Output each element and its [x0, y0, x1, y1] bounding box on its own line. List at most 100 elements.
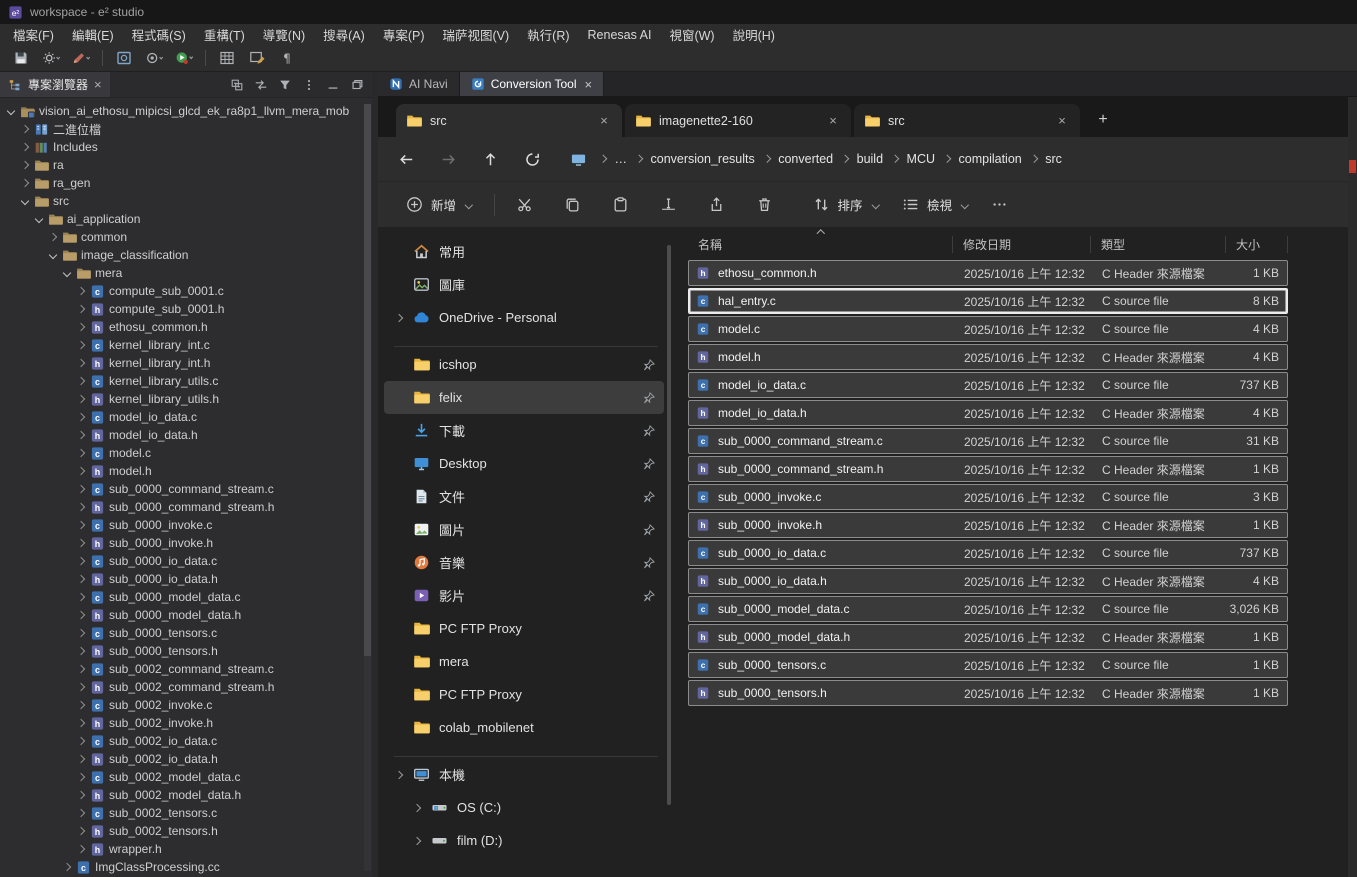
expand-chevron-icon[interactable] [76, 594, 86, 600]
sidebar-item[interactable]: icshop [384, 348, 664, 381]
tree-item[interactable]: c ImgClassProcessing.cc [0, 858, 372, 876]
back-icon[interactable] [392, 145, 420, 173]
tree-item[interactable]: c kernel_library_utils.c [0, 372, 372, 390]
expand-chevron-icon[interactable] [62, 270, 72, 276]
tree-item[interactable]: h kernel_library_utils.h [0, 390, 372, 408]
overview-ruler[interactable] [1348, 97, 1357, 877]
expand-chevron-icon[interactable] [6, 108, 16, 114]
sidebar-item[interactable]: 圖片 [384, 513, 664, 546]
expand-chevron-icon[interactable] [76, 738, 86, 744]
restore-icon[interactable] [347, 75, 366, 94]
sidebar-item[interactable]: colab_mobilenet [384, 711, 664, 744]
sidebar-item[interactable]: film (D:) [384, 824, 664, 857]
sidebar-item[interactable] [394, 745, 658, 757]
file-row[interactable]: h ethosu_common.h 2025/10/16 上午 12:32 C … [688, 260, 1288, 286]
expand-chevron-icon[interactable] [20, 180, 30, 186]
tree-item[interactable]: h wrapper.h [0, 840, 372, 858]
project-explorer-tab[interactable]: 專案瀏覽器 [0, 72, 110, 97]
chevron-right-icon[interactable] [394, 315, 404, 321]
tree-item[interactable]: src [0, 192, 372, 210]
file-row[interactable]: c sub_0000_io_data.c 2025/10/16 上午 12:32… [688, 540, 1288, 566]
sidebar-item[interactable]: 影片 [384, 579, 664, 612]
expand-chevron-icon[interactable] [76, 792, 86, 798]
tree-item[interactable]: h sub_0002_io_data.h [0, 750, 372, 768]
save-icon[interactable] [8, 47, 34, 69]
expand-chevron-icon[interactable] [76, 540, 86, 546]
view-menu-icon[interactable] [299, 75, 318, 94]
debug-dropdown-icon[interactable] [141, 47, 167, 69]
menu-item[interactable]: 檔案(F) [4, 23, 63, 46]
delete-icon[interactable] [747, 188, 783, 222]
expand-chevron-icon[interactable] [76, 504, 86, 510]
tree-item[interactable]: Includes [0, 138, 372, 156]
expand-chevron-icon[interactable] [76, 756, 86, 762]
more-options-icon[interactable] [982, 188, 1018, 222]
tab-close-icon[interactable] [825, 113, 841, 128]
scrollbar-thumb[interactable] [364, 104, 371, 656]
expand-chevron-icon[interactable] [76, 360, 86, 366]
expand-chevron-icon[interactable] [62, 864, 72, 870]
breadcrumb-item[interactable]: converted [776, 149, 854, 169]
expand-chevron-icon[interactable] [76, 810, 86, 816]
expand-chevron-icon[interactable] [76, 846, 86, 852]
new-tab-button[interactable] [1091, 108, 1115, 132]
column-header-date[interactable]: 修改日期 [953, 236, 1091, 253]
file-row[interactable]: h sub_0000_command_stream.h 2025/10/16 上… [688, 456, 1288, 482]
expand-chevron-icon[interactable] [76, 666, 86, 672]
filter-icon[interactable] [275, 75, 294, 94]
tree-item[interactable]: c sub_0002_command_stream.c [0, 660, 372, 678]
expand-chevron-icon[interactable] [76, 306, 86, 312]
expand-chevron-icon[interactable] [76, 324, 86, 330]
file-row[interactable]: h sub_0000_tensors.h 2025/10/16 上午 12:32… [688, 680, 1288, 706]
toolbar-separator[interactable] [98, 47, 107, 69]
expand-chevron-icon[interactable] [76, 684, 86, 690]
gear-dropdown-icon[interactable] [38, 47, 64, 69]
tree-item[interactable]: c sub_0000_command_stream.c [0, 480, 372, 498]
expand-chevron-icon[interactable] [76, 414, 86, 420]
tree-item[interactable]: c sub_0000_io_data.c [0, 552, 372, 570]
menu-item[interactable]: 編輯(E) [63, 23, 123, 46]
menu-item[interactable]: 視窗(W) [660, 23, 723, 46]
expand-chevron-icon[interactable] [76, 702, 86, 708]
perspective-icon[interactable] [111, 47, 137, 69]
expand-chevron-icon[interactable] [20, 198, 30, 204]
sidebar-item[interactable]: 下載 [384, 414, 664, 447]
chevron-right-icon[interactable] [394, 772, 404, 778]
chevron-right-icon[interactable] [412, 838, 422, 844]
tree-item[interactable]: c model_io_data.c [0, 408, 372, 426]
expand-chevron-icon[interactable] [76, 468, 86, 474]
expand-chevron-icon[interactable] [76, 576, 86, 582]
share-icon[interactable] [699, 188, 735, 222]
menu-item[interactable]: 導覽(N) [254, 23, 314, 46]
sidebar-item[interactable]: PC FTP Proxy [384, 678, 664, 711]
sidebar-item[interactable]: felix [384, 381, 664, 414]
file-row[interactable]: h model.h 2025/10/16 上午 12:32 C Header 來… [688, 344, 1288, 370]
tab-close-icon[interactable] [596, 113, 612, 128]
collapse-all-icon[interactable] [227, 75, 246, 94]
breadcrumb-item[interactable]: conversion_results [649, 149, 777, 169]
project-tree-scrollbar[interactable] [364, 104, 371, 871]
expand-chevron-icon[interactable] [76, 648, 86, 654]
file-row[interactable]: h sub_0000_model_data.h 2025/10/16 上午 12… [688, 624, 1288, 650]
tree-item[interactable]: h sub_0000_io_data.h [0, 570, 372, 588]
file-row[interactable]: c sub_0000_invoke.c 2025/10/16 上午 12:32 … [688, 484, 1288, 510]
file-row[interactable]: c sub_0000_tensors.c 2025/10/16 上午 12:32… [688, 652, 1288, 678]
sidebar-scrollbar[interactable] [667, 245, 671, 805]
tree-item[interactable]: h sub_0000_model_data.h [0, 606, 372, 624]
column-header-name[interactable]: 名稱 [688, 236, 953, 253]
tree-item[interactable]: h compute_sub_0001.h [0, 300, 372, 318]
cut-icon[interactable] [507, 188, 543, 222]
breadcrumb-item[interactable]: compilation [957, 149, 1044, 169]
sidebar-item[interactable]: Desktop [384, 447, 664, 480]
breadcrumb-item[interactable]: … [613, 149, 649, 169]
tree-item[interactable]: h sub_0002_command_stream.h [0, 678, 372, 696]
tree-item[interactable]: c sub_0000_tensors.c [0, 624, 372, 642]
expand-chevron-icon[interactable] [76, 828, 86, 834]
tree-item[interactable]: mera [0, 264, 372, 282]
tree-item[interactable]: h sub_0000_command_stream.h [0, 498, 372, 516]
toolbar-separator[interactable] [201, 47, 210, 69]
sidebar-item[interactable]: 本機 [384, 758, 664, 791]
sidebar-item[interactable]: 常用 [384, 235, 664, 268]
tree-item[interactable]: h model.h [0, 462, 372, 480]
sidebar-item[interactable]: 文件 [384, 480, 664, 513]
